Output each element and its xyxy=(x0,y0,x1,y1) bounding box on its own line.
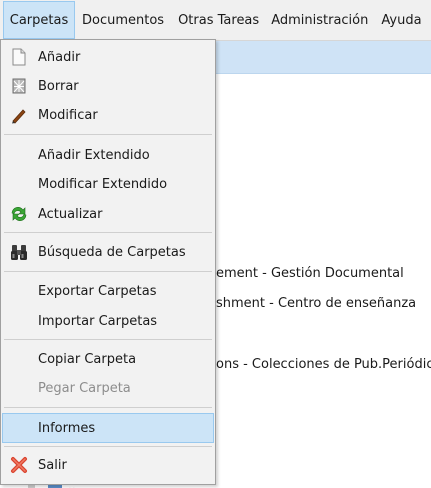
menu-separator xyxy=(4,271,212,272)
menu-otras-tareas[interactable]: Otras Tareas xyxy=(173,1,264,39)
menu-item-label: Copiar Carpeta xyxy=(38,351,137,367)
menu-carpetas[interactable]: Carpetas xyxy=(3,1,75,39)
menu-item-borrar[interactable]: Borrar xyxy=(2,72,214,100)
exit-icon xyxy=(7,453,31,477)
menu-separator xyxy=(4,134,212,135)
menu-item-exportar-carpetas[interactable]: Exportar Carpetas xyxy=(2,277,214,305)
menu-label: Otras Tareas xyxy=(178,12,260,28)
menu-separator xyxy=(4,232,212,233)
menu-item-label: Añadir Extendido xyxy=(38,147,150,163)
menu-item-label: Salir xyxy=(38,457,67,473)
menu-item-label: Búsqueda de Carpetas xyxy=(38,244,186,260)
menu-label: Documentos xyxy=(82,12,165,28)
table-header-strip xyxy=(216,41,431,74)
menu-item-modificar[interactable]: Modificar xyxy=(2,101,214,129)
menu-item-actualizar[interactable]: Actualizar xyxy=(2,200,214,228)
menubar: Carpetas Documentos Otras Tareas Adminis… xyxy=(0,0,431,41)
table-row[interactable]: ons - Colecciones de Pub.Periódica xyxy=(216,357,431,372)
menu-item-pegar-carpeta: Pegar Carpeta xyxy=(2,374,214,402)
menu-label: Ayuda xyxy=(381,12,422,28)
menu-item-busqueda-de-carpetas[interactable]: Búsqueda de Carpetas xyxy=(2,238,214,266)
binoculars-icon xyxy=(7,240,31,264)
menu-item-label: Borrar xyxy=(38,78,79,94)
menu-label: Administración xyxy=(271,12,369,28)
menu-item-label: Añadir xyxy=(38,49,81,65)
table-row[interactable]: shment - Centro de enseñanza xyxy=(216,296,416,311)
menu-item-label: Actualizar xyxy=(38,206,103,222)
menu-separator xyxy=(4,339,212,340)
menu-item-label: Exportar Carpetas xyxy=(38,283,157,299)
menu-item-informes[interactable]: Informes xyxy=(2,413,214,443)
menu-administracion[interactable]: Administración xyxy=(266,1,373,39)
carpetas-dropdown-menu: Añadir Borrar Modificar Añadir Extendido… xyxy=(0,39,216,485)
menu-separator xyxy=(4,407,212,408)
menu-item-label: Modificar xyxy=(38,107,98,123)
menu-item-label: Pegar Carpeta xyxy=(38,380,131,396)
menu-item-label: Modificar Extendido xyxy=(38,176,168,192)
menu-documentos[interactable]: Documentos xyxy=(77,1,169,39)
edit-pencil-icon xyxy=(7,103,31,127)
new-document-icon xyxy=(7,45,31,69)
menu-separator xyxy=(4,446,212,447)
menu-item-anadir-extendido[interactable]: Añadir Extendido xyxy=(2,141,214,169)
menu-item-importar-carpetas[interactable]: Importar Carpetas xyxy=(2,307,214,335)
refresh-icon xyxy=(7,202,31,226)
menu-item-anadir[interactable]: Añadir xyxy=(2,43,214,71)
menu-item-modificar-extendido[interactable]: Modificar Extendido xyxy=(2,170,214,198)
table-row[interactable]: ement - Gestión Documental xyxy=(216,266,404,281)
menu-ayuda[interactable]: Ayuda xyxy=(376,1,426,39)
menu-item-label: Importar Carpetas xyxy=(38,313,158,329)
menu-item-copiar-carpeta[interactable]: Copiar Carpeta xyxy=(2,345,214,373)
menu-item-salir[interactable]: Salir xyxy=(2,451,214,479)
delete-document-icon xyxy=(7,74,31,98)
menu-label: Carpetas xyxy=(9,12,69,28)
menu-item-label: Informes xyxy=(38,420,96,436)
